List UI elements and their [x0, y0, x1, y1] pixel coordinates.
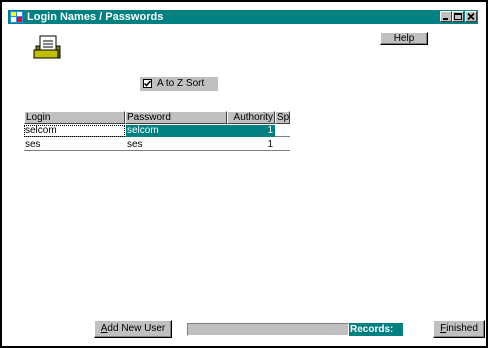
- column-header-sp[interactable]: Sp: [275, 111, 290, 124]
- minimize-button[interactable]: [440, 11, 452, 22]
- progress-bar: [187, 323, 349, 336]
- title-bar[interactable]: Login Names / Passwords: [8, 10, 478, 24]
- maximize-button[interactable]: [452, 11, 464, 22]
- maximize-icon: [454, 13, 462, 20]
- authority-cell[interactable]: 1: [227, 139, 275, 151]
- add-new-user-button[interactable]: Add New User: [94, 320, 172, 338]
- close-button[interactable]: [465, 11, 477, 22]
- window-title: Login Names / Passwords: [27, 11, 164, 23]
- sort-toggle[interactable]: A to Z Sort: [140, 77, 218, 91]
- finished-label: inished: [446, 323, 478, 334]
- records-label: Records:: [349, 323, 403, 336]
- login-cell[interactable]: ses: [24, 139, 125, 151]
- document-icon[interactable]: [32, 34, 62, 60]
- authority-cell[interactable]: 1: [227, 125, 275, 137]
- sort-label: A to Z Sort: [157, 78, 205, 89]
- app-icon: [10, 11, 23, 23]
- sort-checkbox[interactable]: [143, 79, 152, 88]
- table-row[interactable]: selcom selcom 1: [24, 125, 290, 137]
- password-cell[interactable]: ses: [126, 139, 227, 151]
- table-row[interactable]: ses ses 1: [24, 139, 290, 151]
- login-passwords-window: Login Names / Passwords Help A to Z Sort…: [0, 0, 488, 348]
- minimize-icon: [443, 18, 448, 20]
- login-cell[interactable]: selcom: [24, 125, 125, 137]
- column-header-login[interactable]: Login: [24, 111, 125, 124]
- close-icon: [467, 12, 475, 21]
- add-user-label: dd New User: [107, 323, 166, 334]
- column-header-authority[interactable]: Authority: [227, 111, 275, 124]
- column-header-password[interactable]: Password: [125, 111, 227, 124]
- checkmark-icon: [144, 80, 151, 87]
- finished-button[interactable]: Finished: [433, 320, 485, 338]
- help-button[interactable]: Help: [380, 32, 428, 45]
